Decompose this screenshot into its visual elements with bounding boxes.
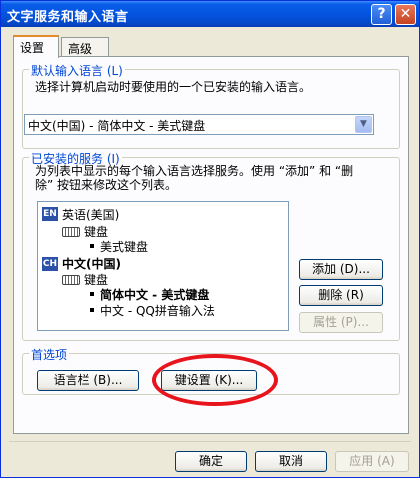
help-button[interactable]: ? <box>371 4 392 25</box>
key-settings-button[interactable]: 键设置 (K)... <box>161 370 257 391</box>
default-language-group: 默认输入语言 (L) 选择计算机启动时要使用的一个已安装的输入语言。 <box>22 62 400 149</box>
keyboard-icon <box>62 275 80 285</box>
properties-button[interactable]: 属性 (P)... <box>299 312 383 333</box>
tree-node-simplified-us[interactable]: 简体中文 - 美式键盘 <box>100 286 209 303</box>
services-tree[interactable]: EN 英语(美国) 键盘 美式键盘 CH 中文(中国) 键盘 简体中文 - 美式… <box>37 201 289 331</box>
title-bar[interactable]: 文字服务和输入语言 ? ✕ <box>1 1 419 27</box>
tree-node-qq-pinyin[interactable]: 中文 - QQ拼音输入法 <box>100 302 215 319</box>
default-language-select[interactable]: 中文(中国) - 简体中文 - 美式键盘 ▼ <box>24 114 374 135</box>
bullet-icon <box>90 308 94 312</box>
dropdown-arrow-icon[interactable]: ▼ <box>355 116 372 133</box>
close-button[interactable]: ✕ <box>395 4 416 25</box>
en-language-icon: EN <box>42 207 58 221</box>
bullet-icon <box>90 244 94 248</box>
tree-node-us-keyboard[interactable]: 美式键盘 <box>100 238 148 255</box>
remove-service-button[interactable]: 删除 (R) <box>299 285 383 306</box>
default-language-description: 选择计算机启动时要使用的一个已安装的输入语言。 <box>35 80 312 94</box>
ch-language-icon: CH <box>42 257 58 271</box>
tree-node-chinese[interactable]: 中文(中国) <box>62 255 121 272</box>
keyboard-icon <box>62 227 80 237</box>
tab-advanced[interactable]: 高级 <box>61 37 109 57</box>
tree-node-english[interactable]: 英语(美国) <box>62 206 119 223</box>
tab-settings[interactable]: 设置 <box>13 35 59 58</box>
cancel-button[interactable]: 取消 <box>255 451 327 472</box>
add-service-button[interactable]: 添加 (D)... <box>299 259 383 280</box>
bullet-icon <box>90 292 94 296</box>
apply-button[interactable]: 应用 (A) <box>335 451 409 472</box>
dialog-window: 文字服务和输入语言 ? ✕ 设置 高级 默认输入语言 (L) 选择计算机启动时要… <box>0 0 420 478</box>
window-title: 文字服务和输入语言 <box>7 10 129 25</box>
ok-button[interactable]: 确定 <box>175 451 247 472</box>
preferences-legend: 首选项 <box>29 346 70 363</box>
installed-services-description-1: 为列表中显示的每个输入语言选择服务。使用 “添加” 和 “删 <box>35 164 354 178</box>
default-language-legend: 默认输入语言 (L) <box>29 62 125 79</box>
language-bar-button[interactable]: 语言栏 (B)... <box>37 370 139 391</box>
installed-services-description-2: 除” 按钮来修改这个列表。 <box>35 178 178 192</box>
footer-divider <box>9 441 411 442</box>
default-language-value: 中文(中国) - 简体中文 - 美式键盘 <box>28 119 206 133</box>
